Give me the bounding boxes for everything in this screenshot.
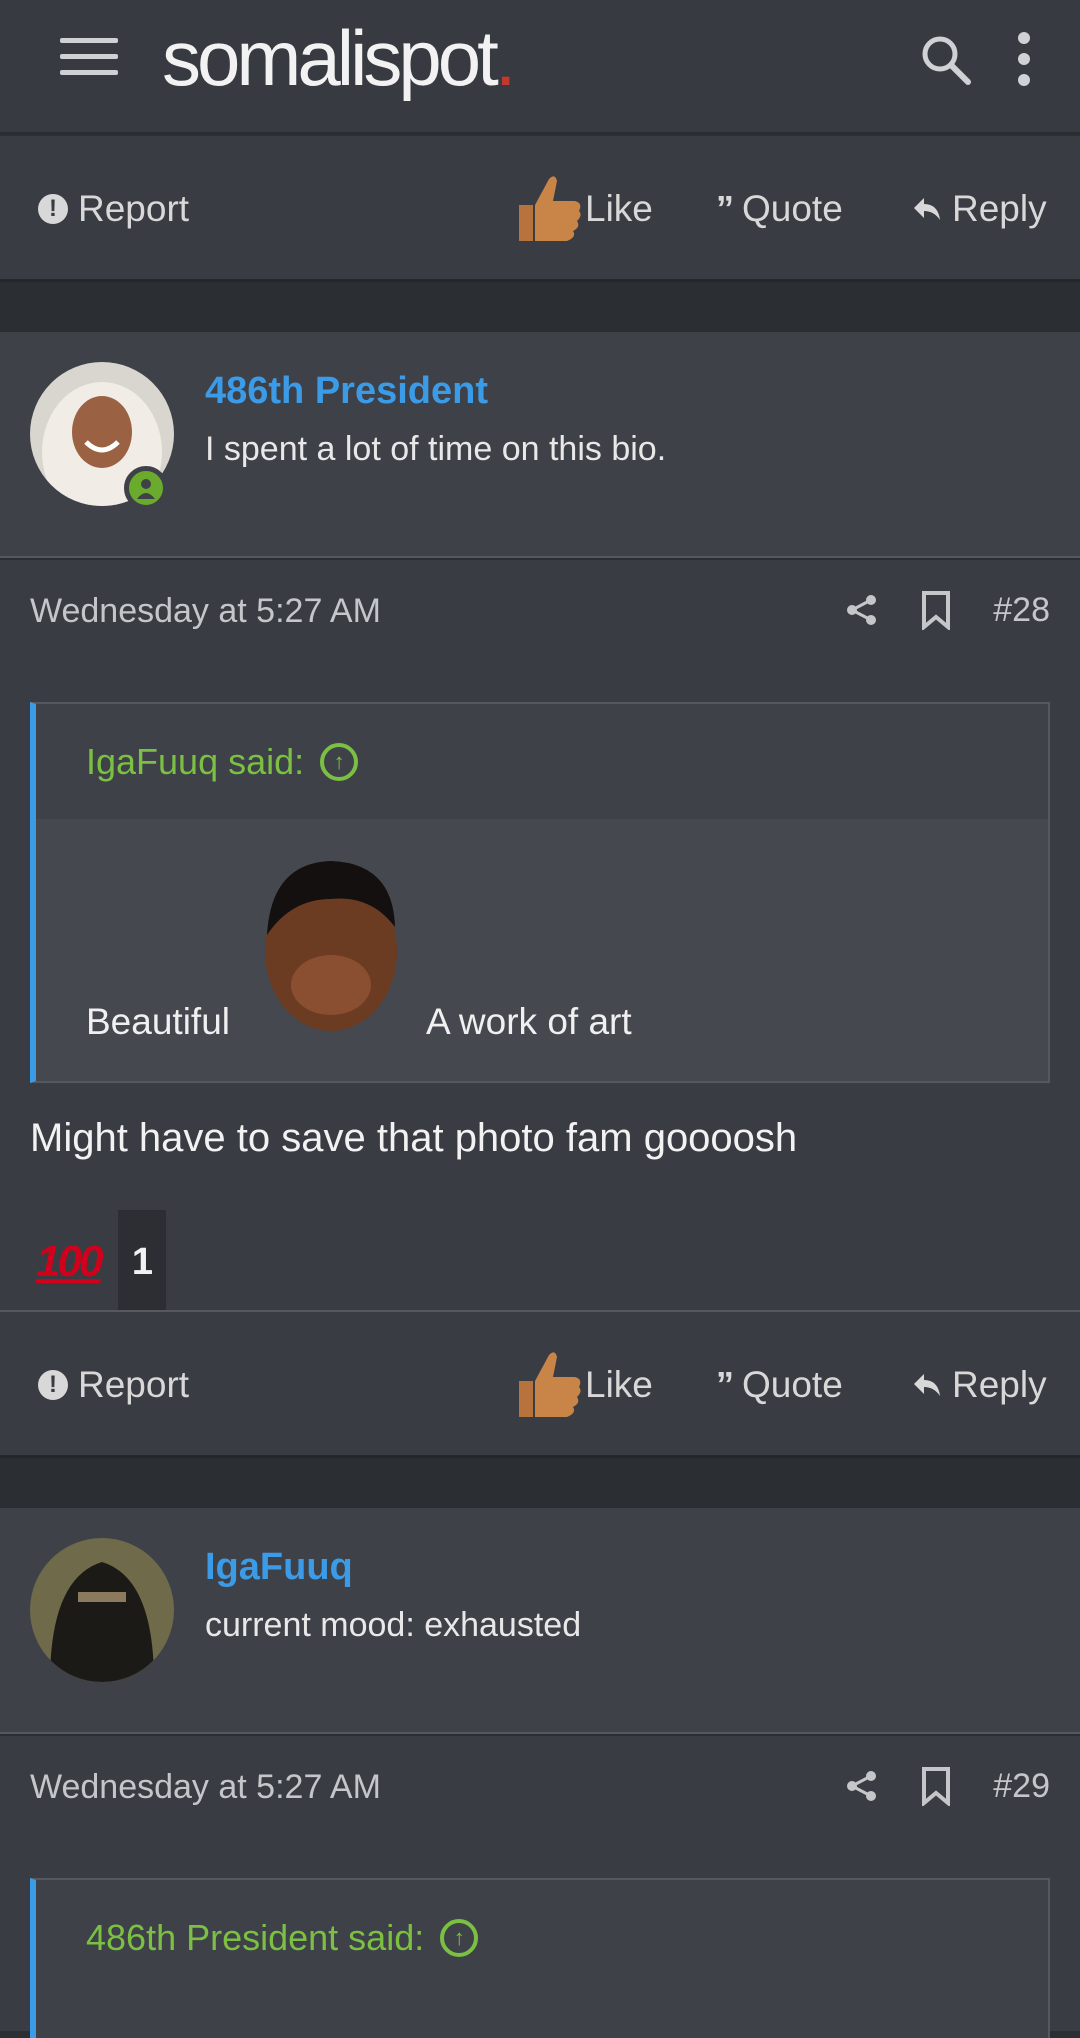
quote-icon: ” [716, 1364, 734, 1405]
reply-arrow-icon [914, 198, 940, 220]
reply-button[interactable]: Reply [912, 136, 1047, 282]
avatar-image [30, 1538, 174, 1682]
quote-text-left: Beautiful [86, 1001, 230, 1042]
post-number[interactable]: #28 [993, 591, 1050, 630]
username-link[interactable]: 486th President [205, 370, 488, 413]
post-actions-bar-previous: ! Report Like ” Quote Reply [0, 136, 1080, 282]
arrow-up-circle-icon[interactable]: ↑ [440, 1918, 479, 1957]
report-button[interactable]: ! Report [38, 1312, 189, 1458]
share-icon[interactable] [845, 1769, 879, 1803]
post-separator [0, 284, 1080, 332]
quote-block: IgaFuuq said: ↑ Beautiful A work of art [30, 702, 1050, 1083]
quote-button[interactable]: ” Quote [716, 1312, 843, 1458]
thumbs-up-icon [519, 1352, 581, 1417]
user-bio: current mood: exhausted [205, 1606, 582, 1644]
quote-button[interactable]: ” Quote [716, 136, 843, 282]
reply-arrow-icon [914, 1374, 940, 1396]
user-bio: I spent a lot of time on this bio. [205, 430, 667, 468]
search-icon[interactable] [918, 32, 974, 88]
like-label: Like [585, 188, 653, 229]
post-29: Wednesday at 5:27 AM #29 486th President… [0, 1736, 1080, 2038]
post-body-text: Might have to save that photo fam gooоos… [30, 1116, 798, 1160]
hamburger-menu-icon[interactable] [60, 38, 118, 82]
more-vert-icon[interactable] [1010, 32, 1038, 88]
quote-author: IgaFuuq said: [86, 740, 305, 782]
report-label: Report [78, 188, 190, 229]
quote-block: 486th President said: ↑ [30, 1878, 1050, 2038]
report-icon: ! [38, 194, 68, 224]
quote-author: 486th President said: [86, 1916, 425, 1958]
reply-label: Reply [952, 188, 1047, 229]
post-user-block: 486th President I spent a lot of time on… [0, 332, 1080, 558]
site-logo[interactable]: somalispot. [162, 8, 517, 108]
like-label: Like [585, 1364, 653, 1405]
post-timestamp[interactable]: Wednesday at 5:27 AM [30, 1768, 381, 1807]
face-emoji-image [265, 861, 397, 1031]
quote-icon: ” [716, 188, 734, 229]
like-button[interactable]: Like [515, 136, 653, 282]
post-actions-bar: ! Report Like ” Quote Reply [0, 1312, 1080, 1458]
report-icon: ! [38, 1370, 68, 1400]
reaction-count: 1 [118, 1210, 167, 1314]
post-28: Wednesday at 5:27 AM #28 IgaFuuq said: ↑… [0, 560, 1080, 1314]
post-timestamp[interactable]: Wednesday at 5:27 AM [30, 592, 381, 631]
post-meta-actions: #28 [845, 590, 1050, 630]
bookmark-icon[interactable] [919, 590, 953, 630]
post-user-block: IgaFuuq current mood: exhausted [0, 1508, 1080, 1734]
logo-dot: . [494, 14, 517, 102]
quote-text-right: A work of art [426, 1001, 632, 1042]
online-status-icon [124, 466, 168, 510]
quote-header[interactable]: IgaFuuq said: ↑ [36, 704, 1048, 819]
reply-button[interactable]: Reply [912, 1312, 1047, 1458]
share-icon[interactable] [845, 593, 879, 627]
like-button[interactable]: Like [515, 1312, 653, 1458]
report-label: Report [78, 1364, 190, 1405]
username-link[interactable]: IgaFuuq [205, 1546, 353, 1589]
quote-content: Beautiful A work of art [36, 819, 1048, 1081]
reaction-summary[interactable]: 100 1 [36, 1210, 167, 1314]
top-navigation-bar: somalispot. [0, 0, 1080, 134]
post-number[interactable]: #29 [993, 1767, 1050, 1806]
quote-label: Quote [742, 188, 843, 229]
hundred-points-icon: 100 [36, 1237, 103, 1286]
arrow-up-circle-icon[interactable]: ↑ [320, 742, 359, 781]
post-meta-actions: #29 [845, 1766, 1050, 1806]
reply-label: Reply [952, 1364, 1047, 1405]
user-avatar[interactable] [30, 1538, 174, 1682]
bookmark-icon[interactable] [919, 1766, 953, 1806]
quote-label: Quote [742, 1364, 843, 1405]
report-button[interactable]: ! Report [38, 136, 189, 282]
logo-text: somalispot [162, 14, 499, 102]
thumbs-up-icon [519, 176, 581, 241]
quote-header[interactable]: 486th President said: ↑ [36, 1880, 1048, 1995]
post-separator [0, 1460, 1080, 1508]
